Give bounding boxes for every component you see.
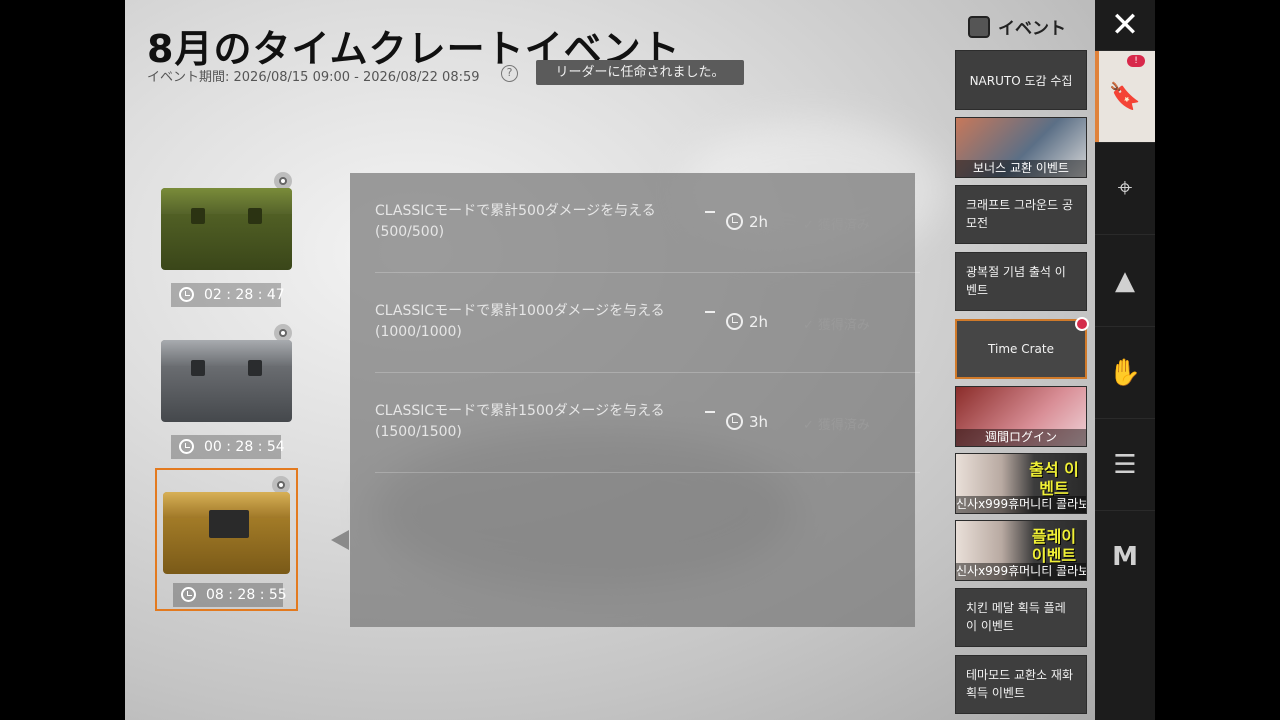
dash bbox=[705, 211, 715, 213]
help-icon[interactable]: ? bbox=[501, 65, 518, 82]
event-bonus-exchange[interactable]: 보너스 교환 이벤트 bbox=[955, 117, 1087, 178]
flame-icon: ▲ bbox=[1115, 265, 1135, 296]
event-icon bbox=[968, 15, 990, 38]
event-period: イベント期間: 2026/08/15 09:00 - 2026/08/22 08… bbox=[147, 70, 480, 85]
crate-silver[interactable]: 00 : 28 : 54 bbox=[155, 318, 298, 461]
crate-timer: 08 : 28 : 55 bbox=[173, 583, 287, 607]
event-label: 보너스 교환 이벤트 bbox=[956, 160, 1086, 177]
clock-icon bbox=[179, 439, 194, 454]
event-collab-attendance[interactable]: 출석 이벤트 신사x999휴머니티 콜라보 bbox=[955, 453, 1087, 514]
silver-crate-image bbox=[161, 340, 292, 422]
clock-icon bbox=[726, 313, 743, 330]
event-label: 신사x999휴머니티 콜라보 bbox=[956, 496, 1086, 513]
letterbox bbox=[1155, 0, 1280, 720]
event-weekly-login[interactable]: 週間ログイン bbox=[955, 386, 1087, 447]
mission-desc: CLASSICモードで累計1000ダメージを与える (1000/1000) bbox=[375, 303, 665, 340]
event-liberation-day[interactable]: 광복절 기념 출석 이벤트 bbox=[955, 252, 1087, 311]
side-rail: ✕ 🔖 ! ⌖ ▲ ✋ ☰ M bbox=[1095, 0, 1155, 720]
event-label: 신사x999휴머니티 콜라보 bbox=[956, 563, 1086, 580]
event-naruto[interactable]: NARUTO 도감 수집 bbox=[955, 50, 1087, 110]
time-crate-event-page: 8月のタイムクレートイベント イベント期間: 2026/08/15 09:00 … bbox=[125, 0, 1095, 720]
handshake-icon: ✋ bbox=[1108, 357, 1142, 388]
close-icon[interactable]: ✕ bbox=[1095, 0, 1155, 50]
event-collab-play[interactable]: 플레이 이벤트 신사x999휴머니티 콜라보 bbox=[955, 520, 1087, 581]
bookmark-star-icon: 🔖 bbox=[1108, 81, 1142, 112]
clock-icon bbox=[179, 287, 194, 302]
mission-desc: CLASSICモードで累計500ダメージを与える (500/500) bbox=[375, 203, 656, 240]
mission-row: CLASSICモードで累計1500ダメージを与える (1500/1500) 3h… bbox=[375, 373, 920, 473]
notification-badge: ! bbox=[1127, 55, 1145, 67]
event-label: 크래프트 그라운드 공모전 bbox=[966, 198, 1073, 230]
mission-status: 獲得済み bbox=[803, 414, 870, 433]
event-label: 테마모드 교환소 재화 획득 이벤트 bbox=[966, 668, 1073, 700]
divider bbox=[375, 472, 920, 473]
event-list-header: イベント bbox=[968, 14, 1066, 39]
crate-timer-text: 00 : 28 : 54 bbox=[204, 439, 285, 455]
event-label: 치킨 메달 획득 플레이 이벤트 bbox=[966, 601, 1066, 633]
mission-hours: 2h bbox=[749, 213, 769, 231]
mission-status: 獲得済み bbox=[803, 214, 870, 233]
crate-gold-selected[interactable]: 08 : 28 : 55 bbox=[155, 468, 298, 611]
rail-ticket[interactable]: ☰ bbox=[1095, 418, 1155, 510]
mission-hours: 2h bbox=[749, 313, 769, 331]
event-label: NARUTO 도감 수집 bbox=[969, 73, 1073, 88]
event-theme-mode-exchange[interactable]: 테마모드 교환소 재화 획득 이벤트 bbox=[955, 655, 1087, 714]
clock-icon bbox=[726, 413, 743, 430]
rail-event-bookmark[interactable]: 🔖 ! bbox=[1095, 50, 1155, 142]
event-header-label: イベント bbox=[998, 19, 1066, 39]
event-label: Time Crate bbox=[988, 342, 1054, 356]
panel-pointer-arrow bbox=[331, 530, 349, 550]
mission-desc: CLASSICモードで累計1500ダメージを与える (1500/1500) bbox=[375, 403, 665, 440]
mission-row: CLASSICモードで累計1000ダメージを与える (1000/1000) 2h… bbox=[375, 273, 920, 373]
green-crate-image bbox=[161, 188, 292, 270]
crate-timer-text: 02 : 28 : 47 bbox=[204, 287, 285, 303]
rail-handshake[interactable]: ✋ bbox=[1095, 326, 1155, 418]
mission-status: 獲得済み bbox=[803, 314, 870, 333]
dash bbox=[705, 411, 715, 413]
mission-panel: CLASSICモードで累計500ダメージを与える (500/500) 2h 獲得… bbox=[350, 173, 920, 627]
event-craft-ground[interactable]: 크래프트 그라운드 공모전 bbox=[955, 185, 1087, 244]
event-label: 週間ログイン bbox=[956, 429, 1086, 446]
ticket-icon: ☰ bbox=[1113, 449, 1137, 480]
crown-badge-icon bbox=[1075, 317, 1089, 331]
mission-hours: 3h bbox=[749, 413, 769, 431]
rail-map[interactable]: ⌖ bbox=[1095, 142, 1155, 234]
rail-flame[interactable]: ▲ bbox=[1095, 234, 1155, 326]
crate-timer: 00 : 28 : 54 bbox=[171, 435, 285, 459]
event-tag: 플레이 이벤트 bbox=[1031, 527, 1077, 565]
event-tag: 출석 이벤트 bbox=[1029, 460, 1079, 498]
crate-timer: 02 : 28 : 47 bbox=[171, 283, 285, 307]
leader-toast: リーダーに任命されました。 bbox=[536, 60, 744, 85]
crate-green[interactable]: 02 : 28 : 47 bbox=[155, 166, 298, 309]
screen: 8月のタイムクレートイベント イベント期間: 2026/08/15 09:00 … bbox=[0, 0, 1280, 720]
dash bbox=[705, 311, 715, 313]
event-label: 광복절 기념 출석 이벤트 bbox=[966, 265, 1066, 297]
gold-crate-image bbox=[163, 492, 290, 574]
clock-icon bbox=[726, 213, 743, 230]
clock-icon bbox=[181, 587, 196, 602]
mission-row: CLASSICモードで累計500ダメージを与える (500/500) 2h 獲得… bbox=[375, 173, 920, 273]
rail-m-logo[interactable]: M bbox=[1095, 510, 1155, 602]
event-time-crate[interactable]: Time Crate bbox=[955, 317, 1089, 379]
map-pin-icon: ⌖ bbox=[1117, 173, 1133, 203]
m-logo-icon: M bbox=[1112, 541, 1138, 572]
crate-timer-text: 08 : 28 : 55 bbox=[206, 587, 287, 603]
event-chicken-medal[interactable]: 치킨 메달 획득 플레이 이벤트 bbox=[955, 588, 1087, 647]
